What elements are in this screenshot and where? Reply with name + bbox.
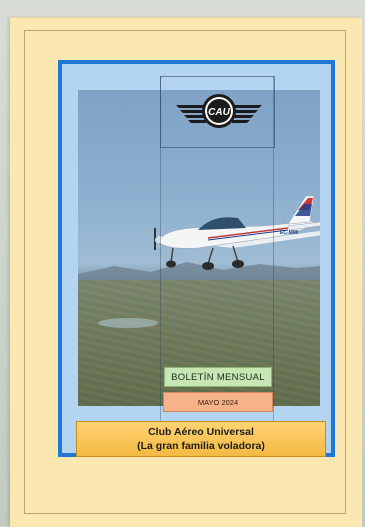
- issue-date-badge[interactable]: MAYO 2024: [163, 392, 273, 412]
- club-title-box[interactable]: Club Aéreo Universal (La gran familia vo…: [76, 421, 326, 457]
- airplane-image: EC-MMI: [154, 195, 320, 270]
- aircraft-registration: EC-MMI: [280, 230, 299, 236]
- newsletter-badge[interactable]: BOLETÍN MENSUAL: [164, 367, 272, 387]
- photo-lake: [98, 318, 158, 328]
- layout-guide-left: [160, 76, 161, 448]
- cover-frame-inner: EC-MMI CAU BOLETÍN MENSUAL MAYO 2024 Clu…: [62, 64, 331, 457]
- cover-frame: EC-MMI CAU BOLETÍN MENSUAL MAYO 2024 Clu…: [58, 60, 335, 457]
- photo-ground: [78, 280, 320, 406]
- club-title-line2: (La gran familia voladora): [137, 440, 265, 452]
- document-page: EC-MMI CAU BOLETÍN MENSUAL MAYO 2024 Clu…: [10, 17, 362, 527]
- club-title-line1: Club Aéreo Universal: [148, 426, 254, 438]
- layout-guide-right: [273, 76, 274, 448]
- logo-text: CAU: [208, 107, 230, 118]
- club-wings-logo: CAU: [176, 94, 262, 128]
